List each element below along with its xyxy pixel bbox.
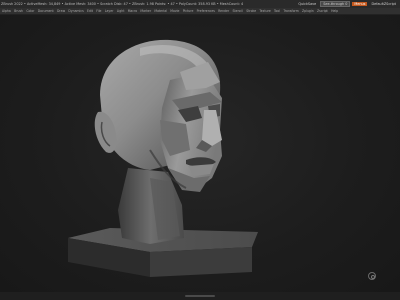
canvas-viewport[interactable] xyxy=(0,15,400,292)
menu-item-draw[interactable]: Draw xyxy=(57,9,65,13)
sculpt-model[interactable] xyxy=(0,15,400,292)
menu-item-movie[interactable]: Movie xyxy=(170,9,179,13)
tray-grip-handle[interactable] xyxy=(185,295,215,297)
title-bar-controls: QuickSave See-through 0 Menus DefaultZSc… xyxy=(296,1,400,7)
menu-item-stencil[interactable]: Stencil xyxy=(232,9,242,13)
menu-item-marker[interactable]: Marker xyxy=(140,9,151,13)
menu-item-edit[interactable]: Edit xyxy=(87,9,93,13)
menu-item-macro[interactable]: Macro xyxy=(128,9,137,13)
menu-item-light[interactable]: Light xyxy=(117,9,125,13)
quicksave-button[interactable]: QuickSave xyxy=(296,2,318,6)
menu-item-dynamics[interactable]: Dynamics xyxy=(68,9,83,13)
menu-item-material[interactable]: Material xyxy=(154,9,167,13)
menu-item-layer[interactable]: Layer xyxy=(105,9,114,13)
menu-item-document[interactable]: Document xyxy=(38,9,54,13)
menu-item-tool[interactable]: Tool xyxy=(274,9,280,13)
menu-item-picture[interactable]: Picture xyxy=(183,9,194,13)
menu-item-transform[interactable]: Transform xyxy=(283,9,298,13)
menu-item-preferences[interactable]: Preferences xyxy=(197,9,215,13)
menu-item-zscript[interactable]: Zscript xyxy=(317,9,328,13)
menu-item-stroke[interactable]: Stroke xyxy=(246,9,256,13)
menu-item-zplugin[interactable]: Zplugin xyxy=(302,9,314,13)
pedestal-front xyxy=(150,247,252,277)
menu-item-texture[interactable]: Texture xyxy=(259,9,270,13)
menu-item-render[interactable]: Render xyxy=(218,9,229,13)
menu-item-alpha[interactable]: Alpha xyxy=(2,9,11,13)
bottom-tray xyxy=(0,292,400,300)
default-zscript-button[interactable]: DefaultZScript xyxy=(369,2,398,6)
menu-item-file[interactable]: File xyxy=(96,9,101,13)
menu-item-brush[interactable]: Brush xyxy=(14,9,23,13)
main-menu-bar: Alpha Brush Color Document Draw Dynamics… xyxy=(0,8,400,15)
see-through-slider[interactable]: See-through 0 xyxy=(320,1,351,7)
menu-item-color[interactable]: Color xyxy=(26,9,34,13)
navigation-gizmo-icon[interactable] xyxy=(368,272,376,280)
menu-item-help[interactable]: Help xyxy=(331,9,338,13)
window-title: ZBrush 2022 • ActiveMesh: 34,849 • Activ… xyxy=(1,2,244,6)
menus-button[interactable]: Menus xyxy=(352,2,368,6)
title-bar: ZBrush 2022 • ActiveMesh: 34,849 • Activ… xyxy=(0,0,400,8)
